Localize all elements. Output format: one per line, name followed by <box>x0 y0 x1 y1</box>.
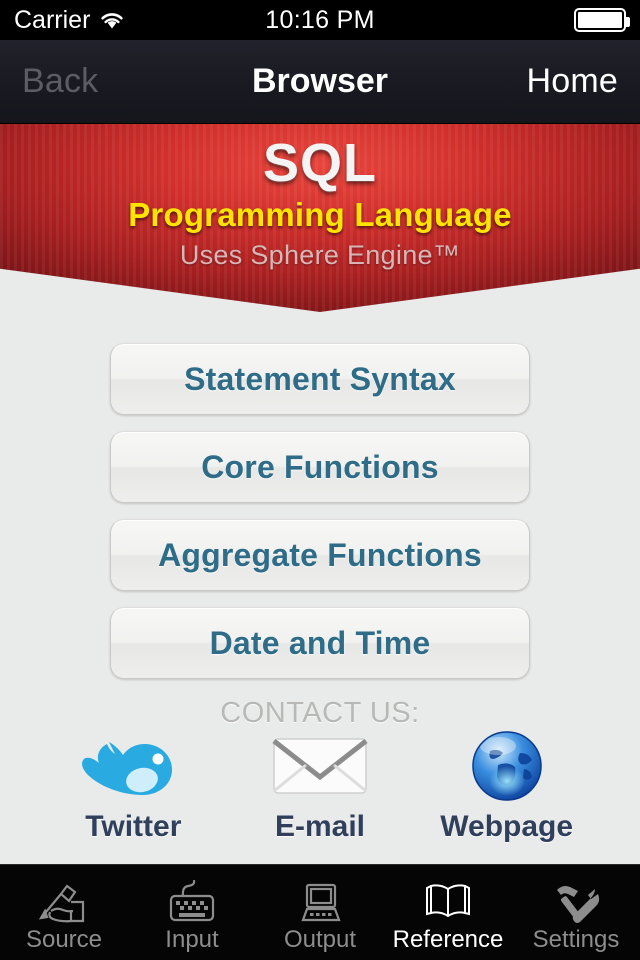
menu-button-core-functions[interactable]: Core Functions <box>110 431 530 503</box>
tab-reference[interactable]: Reference <box>384 865 512 960</box>
contact-item-twitter[interactable]: Twitter <box>53 730 213 844</box>
navigation-bar: Back Browser Home <box>0 40 640 124</box>
tab-label-source: Source <box>25 925 103 953</box>
contact-row: Twitter E-mail Webpage <box>0 730 640 844</box>
laptop-icon <box>293 874 347 924</box>
app-screen: Carrier 10:16 PM Back Browser Home SQL P… <box>0 0 640 960</box>
contact-label-webpage: Webpage <box>440 810 574 843</box>
tab-bar: Source Input Output Reference Settings <box>0 864 640 960</box>
contact-label-email: E-mail <box>274 810 365 843</box>
tab-input[interactable]: Input <box>128 865 256 960</box>
wifi-icon <box>99 10 125 30</box>
tab-settings[interactable]: Settings <box>512 865 640 960</box>
tab-label-settings: Settings <box>532 925 620 953</box>
hand-writing-icon <box>37 874 91 924</box>
contact-item-email[interactable]: E-mail <box>240 730 400 844</box>
tab-label-reference: Reference <box>392 925 504 953</box>
tab-source[interactable]: Source <box>0 865 128 960</box>
status-bar: Carrier 10:16 PM <box>0 0 640 40</box>
menu-button-statement-syntax[interactable]: Statement Syntax <box>110 343 530 415</box>
carrier-label: Carrier <box>14 5 91 34</box>
contact-heading: CONTACT US: <box>220 697 420 729</box>
tab-label-input: Input <box>165 925 219 953</box>
banner-title: SQL <box>262 133 377 193</box>
status-bar-right <box>574 8 630 32</box>
hammer-wrench-icon <box>549 874 603 924</box>
tab-output[interactable]: Output <box>256 865 384 960</box>
banner-text-group: SQL Programming Language Uses Sphere Eng… <box>0 124 640 271</box>
tab-label-output: Output <box>283 925 357 953</box>
menu-button-aggregate-functions[interactable]: Aggregate Functions <box>110 519 530 591</box>
reference-menu: Statement Syntax Core Functions Aggregat… <box>110 343 530 695</box>
back-button[interactable]: Back <box>22 62 98 101</box>
banner-subtitle: Programming Language <box>128 196 512 234</box>
open-book-icon <box>421 874 475 924</box>
home-button[interactable]: Home <box>527 62 619 101</box>
keyboard-icon <box>165 874 219 924</box>
language-banner: SQL Programming Language Uses Sphere Eng… <box>0 124 640 312</box>
battery-full-icon <box>574 8 630 32</box>
contact-item-webpage[interactable]: Webpage <box>427 730 587 844</box>
status-bar-left: Carrier <box>14 6 125 35</box>
twitter-bird-icon <box>79 730 187 802</box>
contact-label-twitter: Twitter <box>85 810 182 843</box>
globe-icon <box>470 730 544 802</box>
menu-button-date-and-time[interactable]: Date and Time <box>110 607 530 679</box>
banner-engine-note: Uses Sphere Engine™ <box>179 240 461 271</box>
envelope-icon <box>272 730 368 802</box>
